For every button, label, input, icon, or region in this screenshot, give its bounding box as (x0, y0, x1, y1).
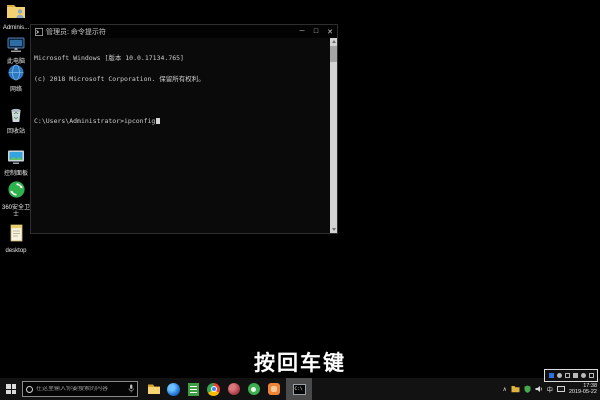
desktop-icon-administrator[interactable]: Adminis... (1, 2, 31, 32)
cmd-scrollbar[interactable] (330, 38, 337, 233)
cortana-search-icon (26, 386, 33, 393)
cmd-taskbar-icon: C:\ (293, 384, 306, 395)
cmd-blank-line (34, 97, 327, 104)
volume-icon[interactable] (535, 380, 543, 398)
command-prompt-window: 管理员: 命令提示符 ─ □ ✕ Microsoft Windows [版本 1… (30, 24, 338, 234)
system-tray: ∧ 中 17:38 2019-05-22 (502, 380, 600, 398)
cmd-window-icon (35, 28, 43, 36)
desktop-icon-network[interactable]: 网络 (1, 64, 31, 94)
clock-date: 2019-05-22 (569, 389, 597, 396)
hidden-tray-icon[interactable] (565, 373, 570, 378)
red-app-taskbar-icon[interactable] (226, 378, 241, 400)
text-cursor (156, 118, 160, 124)
desktop-icon-label: Adminis... (3, 25, 29, 32)
windows-logo-icon (6, 384, 16, 394)
chrome-taskbar-icon[interactable] (206, 378, 221, 400)
edge-browser-taskbar-icon[interactable] (166, 378, 181, 400)
cmd-line-version: Microsoft Windows [版本 10.0.17134.765] (34, 55, 327, 62)
close-button[interactable]: ✕ (323, 25, 337, 38)
scrollbar-thumb[interactable] (330, 46, 337, 62)
desktop-icon-label: 360安全卫士 (1, 205, 31, 218)
subtitle-caption: 按回车键 (0, 347, 600, 377)
command-prompt-taskbar-button[interactable]: C:\ (286, 378, 312, 400)
window-controls: ─ □ ✕ (295, 25, 337, 38)
desktop-icon-360-safety[interactable]: 360安全卫士 (1, 180, 31, 218)
start-button[interactable] (0, 378, 22, 400)
input-method-indicator[interactable]: 中 (547, 385, 553, 394)
scroll-down-arrow-icon[interactable] (332, 228, 336, 231)
minimize-button[interactable]: ─ (295, 25, 309, 38)
file-explorer-taskbar-icon[interactable] (146, 378, 161, 400)
touch-keyboard-icon[interactable] (557, 386, 565, 392)
user-folder-icon (6, 2, 26, 24)
tray-security-shield-icon[interactable] (524, 380, 531, 398)
taskbar-clock[interactable]: 17:38 2019-05-22 (569, 383, 597, 396)
taskbar-search-box[interactable] (22, 381, 138, 397)
green-app-taskbar-icon[interactable] (246, 378, 261, 400)
desktop-icon-control-panel[interactable]: 控制面板 (1, 148, 31, 178)
hidden-icons-chevron-icon[interactable]: ∧ (502, 386, 506, 393)
cmd-output: Microsoft Windows [版本 10.0.17134.765] (c… (31, 38, 337, 139)
desktop-icon-this-pc[interactable]: 此电脑 (1, 36, 31, 66)
orange-app-taskbar-icon[interactable] (266, 378, 281, 400)
desktop-icon-desktop-file[interactable]: desktop (1, 224, 31, 255)
cmd-titlebar[interactable]: 管理员: 命令提示符 ─ □ ✕ (31, 25, 337, 38)
hidden-tray-icon[interactable] (557, 373, 562, 378)
desktop-icon-label: 网络 (10, 87, 22, 94)
maximize-button[interactable]: □ (309, 25, 323, 38)
desktop-icon-label: 回收站 (7, 129, 25, 136)
recycle-bin-icon (6, 106, 26, 128)
network-globe-icon (6, 64, 26, 86)
hidden-tray-icon[interactable] (589, 373, 594, 378)
cmd-window-title: 管理员: 命令提示符 (46, 27, 106, 37)
desktop: Adminis... 此电脑 网络 回收站 控制面板 360安全卫士 deskt… (0, 0, 600, 400)
hidden-icons-flyout (544, 369, 598, 382)
cmd-prompt-text: C:\Users\Administrator>ipconfig (34, 117, 155, 125)
desktop-icon-recycle-bin[interactable]: 回收站 (1, 106, 31, 136)
hidden-tray-icon[interactable] (581, 373, 586, 378)
tray-folder-icon[interactable] (511, 380, 520, 398)
control-panel-icon (6, 148, 26, 170)
hidden-tray-icon[interactable] (549, 373, 554, 378)
taskbar: C:\ ∧ 中 17:38 2019-05-22 (0, 378, 600, 400)
cmd-line-copyright: (c) 2018 Microsoft Corporation. 保留所有权利。 (34, 76, 327, 83)
desktop-icon-label: 控制面板 (4, 171, 28, 178)
desktop-icon-label: desktop (5, 248, 26, 255)
360-safety-icon (7, 180, 26, 204)
notepad-file-icon (6, 224, 26, 247)
this-pc-icon (6, 36, 26, 58)
hidden-tray-icon[interactable] (573, 373, 578, 378)
search-input[interactable] (36, 386, 125, 392)
taskbar-apps: C:\ (146, 378, 312, 400)
cmd-prompt-line[interactable]: C:\Users\Administrator>ipconfig (34, 118, 327, 125)
wps-document-taskbar-icon[interactable] (186, 378, 201, 400)
microphone-icon[interactable] (128, 380, 134, 398)
scroll-up-arrow-icon[interactable] (332, 40, 336, 43)
